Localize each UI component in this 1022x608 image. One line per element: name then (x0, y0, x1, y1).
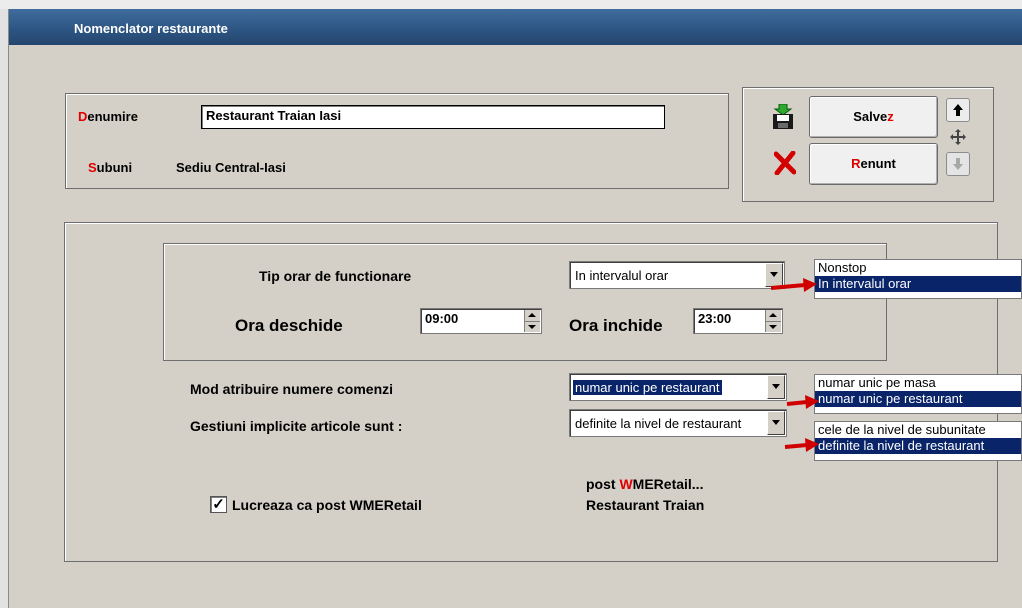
chevron-down-icon[interactable] (767, 375, 785, 399)
tip-orar-options-list[interactable]: Nonstop In intervalul orar (814, 259, 1022, 299)
actions-group: Salvez Renunt (742, 87, 994, 202)
list-item[interactable]: numar unic pe restaurant (815, 391, 1021, 407)
red-arrow-icon (786, 395, 819, 409)
mod-atribuire-label: Mod atribuire numere comenzi (190, 381, 394, 397)
left-strip (0, 9, 9, 608)
arrow-up-icon (953, 104, 963, 116)
form-body: Denumire Restaurant Traian Iasi Subuni S… (9, 45, 1022, 608)
schedule-frame: Tip orar de functionare In intervalul or… (163, 243, 887, 361)
post-wmeretail-label: Lucreaza ca post WMERetail (232, 497, 422, 513)
spinner-arrows-icon[interactable] (765, 310, 781, 332)
spinner-arrows-icon[interactable] (524, 310, 540, 332)
gestiuni-label: Gestiuni implicite articole sunt : (190, 418, 403, 434)
list-item[interactable]: numar unic pe masa (815, 375, 1021, 391)
tip-orar-combo[interactable]: In intervalul orar (569, 261, 785, 289)
post-info-line2: Restaurant Traian (586, 497, 705, 513)
cancel-x-icon (773, 150, 797, 176)
post-wmeretail-checkbox[interactable]: ✓ (210, 496, 227, 513)
list-item[interactable]: cele de la nivel de subunitate (815, 422, 1021, 438)
arrow-down-icon (953, 158, 963, 170)
mod-atribuire-combo[interactable]: numar unic pe restaurant (569, 373, 787, 401)
checkmark-icon: ✓ (212, 496, 225, 513)
red-arrow-icon (784, 438, 819, 452)
mod-atribuire-options-list[interactable]: numar unic pe masa numar unic pe restaur… (814, 374, 1022, 414)
save-button[interactable]: Salvez (809, 96, 938, 138)
window-title: Nomenclator restaurante (74, 21, 228, 36)
move-up-button[interactable] (946, 98, 970, 122)
list-item[interactable]: Nonstop (815, 260, 1021, 276)
move-down-button[interactable] (946, 152, 970, 176)
denumire-input[interactable]: Restaurant Traian Iasi (201, 105, 665, 129)
tip-orar-label: Tip orar de functionare (259, 268, 412, 284)
window-titlebar: Nomenclator restaurante (9, 9, 1022, 45)
gestiuni-options-list[interactable]: cele de la nivel de subunitate definite … (814, 421, 1022, 461)
header-group: Denumire Restaurant Traian Iasi Subuni S… (65, 93, 729, 189)
subuni-label: Subuni (88, 160, 133, 175)
ora-inchide-label: Ora inchide (569, 316, 663, 335)
denumire-label: Denumire (78, 109, 138, 124)
list-item[interactable]: In intervalul orar (815, 276, 1021, 292)
post-info-line1: post WMERetail... (586, 476, 704, 492)
gestiuni-combo[interactable]: definite la nivel de restaurant (569, 409, 787, 437)
list-item[interactable]: definite la nivel de restaurant (815, 438, 1021, 454)
ora-inchide-spinner[interactable]: 23:00 (693, 308, 783, 334)
subuni-value: Sediu Central-Iasi (176, 160, 286, 175)
ora-deschide-spinner[interactable]: 09:00 (420, 308, 542, 334)
chevron-down-icon[interactable] (767, 411, 785, 435)
ora-deschide-label: Ora deschide (235, 316, 343, 335)
top-strip (0, 0, 1022, 9)
move-cross-icon[interactable] (947, 126, 969, 148)
cancel-button[interactable]: Renunt (809, 143, 938, 185)
red-arrow-icon (770, 278, 817, 292)
save-disk-icon (772, 103, 794, 130)
